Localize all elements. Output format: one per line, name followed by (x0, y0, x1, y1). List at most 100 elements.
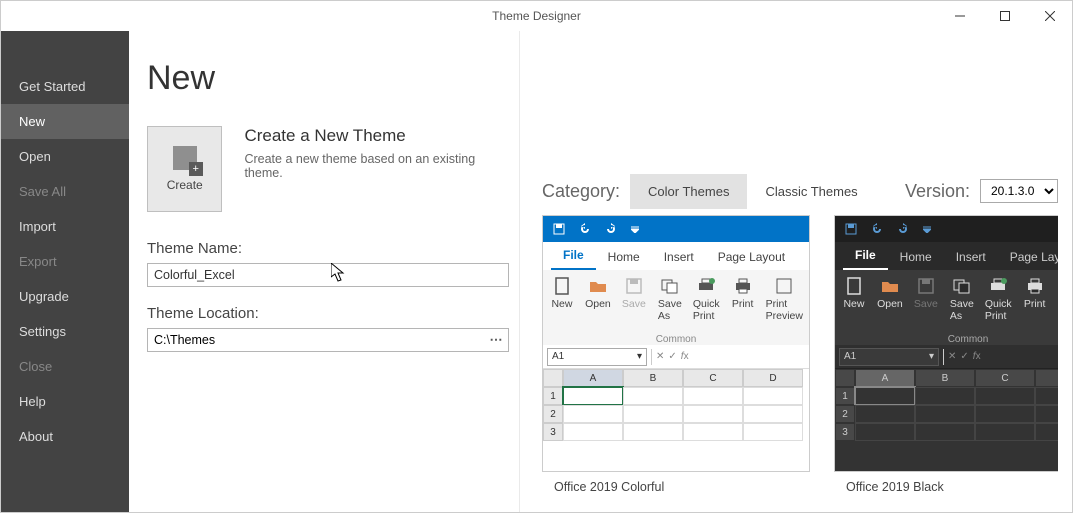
cell[interactable] (975, 387, 1035, 405)
cell[interactable] (563, 387, 623, 405)
sidebar-item-help[interactable]: Help (1, 384, 129, 419)
cell[interactable] (623, 423, 683, 441)
cell[interactable] (743, 405, 803, 423)
cell[interactable] (563, 423, 623, 441)
spreadsheet-grid: ABCD 123 (835, 369, 1058, 441)
sidebar-item-import[interactable]: Import (1, 209, 129, 244)
undo-icon (871, 223, 883, 235)
cell[interactable] (855, 387, 915, 405)
sidebar-item-upgrade[interactable]: Upgrade (1, 279, 129, 314)
qat-dropdown-icon (631, 225, 639, 233)
row-header[interactable]: 1 (543, 387, 563, 405)
cell[interactable] (975, 423, 1035, 441)
cell[interactable] (975, 405, 1035, 423)
ribbon-btn-print[interactable]: Print (1022, 276, 1048, 347)
cell[interactable] (855, 423, 915, 441)
col-header[interactable]: B (915, 369, 975, 387)
col-header[interactable]: A (855, 369, 915, 387)
ribbon-tabs: FileHomeInsertPage Layout (543, 242, 809, 270)
cell[interactable] (683, 387, 743, 405)
fx-icon: fx (681, 351, 689, 362)
minimize-button[interactable] (937, 1, 982, 31)
cell[interactable] (1035, 423, 1058, 441)
cell[interactable] (743, 423, 803, 441)
ribbon-btn-new[interactable]: New (841, 276, 867, 347)
theme-location-input[interactable] (148, 331, 484, 349)
undo-icon (579, 223, 591, 235)
col-header[interactable]: A (563, 369, 623, 387)
enter-icon: ✓ (668, 351, 676, 362)
cell[interactable] (1035, 405, 1058, 423)
col-header[interactable]: D (1035, 369, 1058, 387)
save-icon (845, 223, 857, 235)
row-header[interactable]: 2 (543, 405, 563, 423)
fx-icon: fx (973, 351, 981, 362)
ribbon-tabs: FileHomeInsertPage Layout (835, 242, 1058, 270)
cell[interactable] (855, 405, 915, 423)
ribbon-btn-new[interactable]: New (549, 276, 575, 347)
cell[interactable] (743, 387, 803, 405)
ribbon-tab-home[interactable]: Home (596, 244, 652, 270)
ribbon-btn-save: Save (913, 276, 939, 347)
ribbon-tab-page-layout[interactable]: Page Layout (706, 244, 797, 270)
col-header[interactable]: D (743, 369, 803, 387)
sidebar-item-new[interactable]: New (1, 104, 129, 139)
theme-name-input[interactable] (147, 263, 509, 287)
category-tab-classic-themes[interactable]: Classic Themes (747, 174, 875, 209)
ribbon-tab-file[interactable]: File (551, 242, 596, 270)
theme-preview-thumb[interactable]: FileHomeInsertPage LayoutNewOpenSaveSave… (542, 215, 810, 472)
ribbon-btn-quick-print[interactable]: QuickPrint (985, 276, 1012, 347)
cell[interactable] (915, 423, 975, 441)
spreadsheet-grid: ABCD 123 (543, 369, 809, 441)
row-header[interactable]: 3 (835, 423, 855, 441)
ribbon-btn-print[interactable]: Print (730, 276, 756, 347)
col-header[interactable]: B (623, 369, 683, 387)
cancel-icon: ✕ (948, 351, 956, 362)
category-tab-color-themes[interactable]: Color Themes (630, 174, 747, 209)
row-header[interactable]: 1 (835, 387, 855, 405)
preview-name: Office 2019 Black (834, 472, 1058, 502)
sidebar-item-open[interactable]: Open (1, 139, 129, 174)
ribbon-btn-open[interactable]: Open (585, 276, 611, 347)
formula-bar: A1▾ ✕ ✓ fx (543, 345, 809, 369)
sidebar-item-about[interactable]: About (1, 419, 129, 454)
ribbon-tab-home[interactable]: Home (888, 244, 944, 270)
sidebar-item-get-started[interactable]: Get Started (1, 69, 129, 104)
ribbon-tab-file[interactable]: File (843, 242, 888, 270)
row-header[interactable]: 3 (543, 423, 563, 441)
cancel-icon: ✕ (656, 351, 664, 362)
create-theme-tile[interactable]: + Create (147, 126, 222, 212)
ribbon-btn-print-preview[interactable]: PrintPreview (766, 276, 803, 347)
sidebar-item-close: Close (1, 349, 129, 384)
cell[interactable] (683, 423, 743, 441)
close-button[interactable] (1027, 1, 1072, 31)
page-title: New (147, 59, 501, 98)
col-header[interactable]: C (683, 369, 743, 387)
version-select[interactable]: 20.1.3.0 (980, 179, 1058, 203)
theme-location-label: Theme Location: (147, 305, 501, 322)
titlebar: Theme Designer (1, 1, 1072, 31)
cell[interactable] (915, 405, 975, 423)
name-box[interactable]: A1▾ (547, 348, 647, 366)
ribbon-tab-page-layout[interactable]: Page Layout (998, 244, 1058, 270)
ribbon-btn-quick-print[interactable]: QuickPrint (693, 276, 720, 347)
cell[interactable] (915, 387, 975, 405)
cell[interactable] (563, 405, 623, 423)
row-header[interactable]: 2 (835, 405, 855, 423)
create-description: Create a new theme based on an existing … (244, 152, 501, 180)
formula-bar: A1▾✕✓fx (835, 345, 1058, 369)
maximize-button[interactable] (982, 1, 1027, 31)
theme-preview-thumb[interactable]: FileHomeInsertPage LayoutNewOpenSaveSave… (834, 215, 1058, 472)
col-header[interactable]: C (975, 369, 1035, 387)
cell[interactable] (623, 387, 683, 405)
cell[interactable] (1035, 387, 1058, 405)
category-label: Category: (542, 181, 620, 202)
ribbon-btn-open[interactable]: Open (877, 276, 903, 347)
cell[interactable] (683, 405, 743, 423)
ribbon-tab-insert[interactable]: Insert (652, 244, 706, 270)
sidebar-item-settings[interactable]: Settings (1, 314, 129, 349)
name-box[interactable]: A1▾ (839, 348, 939, 366)
cell[interactable] (623, 405, 683, 423)
ribbon-tab-insert[interactable]: Insert (944, 244, 998, 270)
browse-location-button[interactable]: ⋯ (484, 332, 508, 348)
